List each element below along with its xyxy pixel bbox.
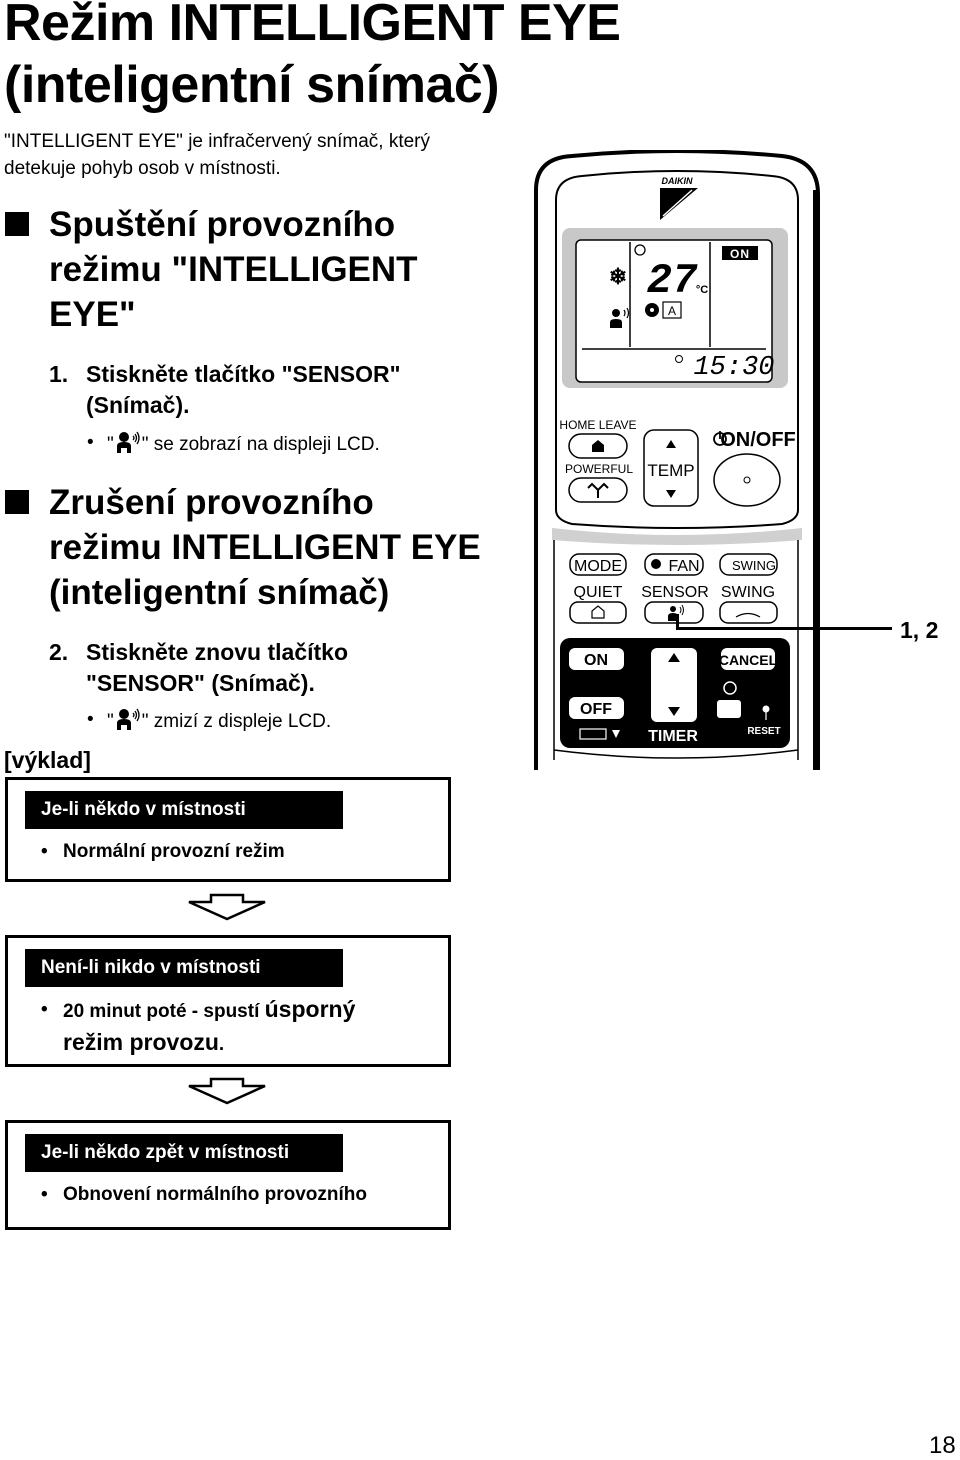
temp-label: TEMP (647, 461, 694, 480)
page-title-line1: Režim INTELLIGENT EYE (4, 0, 621, 52)
section-heading-cancel: Zrušení provozního režimu INTELLIGENT EY… (5, 480, 481, 615)
step-line: Stiskněte znovu tlačítko (86, 639, 349, 665)
box-heading: Je-li někdo zpět v místnosti (25, 1134, 343, 1172)
remote-control-illustration: DAIKIN ❄ 27 °C A ON 15:30 HOME LEAVE POW… (534, 150, 820, 770)
square-bullet-icon (5, 490, 29, 514)
explanation-box-absent: Není-li nikdo v místnosti • 20 minut pot… (5, 935, 451, 1067)
quote-open: " (107, 711, 114, 732)
cancel-label: CANCEL (719, 652, 778, 668)
econo-indicator-icon (634, 244, 646, 256)
page-number: 18 (929, 1432, 956, 1459)
mode-label: MODE (574, 558, 622, 575)
bullet-dot: • (41, 1184, 48, 1205)
heading-line: Zrušení provozního (49, 483, 374, 522)
powerful-label: POWERFUL (565, 462, 633, 476)
on-off-label: ON/OFF (720, 429, 796, 451)
box-item: • 20 minut poté - spustí úsporný režim pr… (41, 994, 421, 1060)
timer-off-label: OFF (580, 701, 612, 718)
step-line: "SENSOR" (Snímač). (86, 670, 315, 696)
callout-step-label: 1, 2 (900, 617, 939, 643)
on-off-button[interactable] (713, 453, 781, 507)
home-leave-label: HOME LEAVE (559, 418, 636, 432)
heading-line: režimu INTELLIGENT EYE (49, 528, 481, 567)
note-text: " se zobrazí na displeji LCD. (141, 434, 380, 455)
intro-line: detekuje pohyb osob v místnosti. (4, 158, 281, 179)
box-item: • Obnovení normálního provozního (41, 1179, 421, 1210)
swing-label: SWING (721, 584, 775, 601)
heading-line: Spuštění provozního (49, 205, 396, 244)
fan-speed-auto: A (668, 304, 676, 318)
intro-line: "INTELLIGENT EYE" je infračervený snímač… (4, 131, 430, 152)
heading-line: EYE" (49, 295, 136, 334)
box-item-text: Normální provozní režim (63, 841, 285, 862)
lcd-status-text: ON (730, 247, 750, 261)
flow-down-arrow-icon (188, 1077, 266, 1105)
fan-button-icon (651, 559, 661, 569)
box-heading: Je-li někdo v místnosti (25, 791, 343, 829)
swing-button[interactable] (719, 601, 778, 624)
lcd-temp-unit: °C (696, 284, 708, 296)
callout-leader-line (676, 627, 892, 630)
sensor-label: SENSOR (641, 584, 709, 601)
note-text: " zmizí z displeje LCD. (141, 711, 332, 732)
bullet-dot: • (87, 709, 94, 730)
step-2: 2. Stiskněte znovu tlačítko "SENSOR" (Sn… (49, 637, 349, 699)
item-text-part: úsporný (264, 996, 356, 1022)
lcd-temperature: 27 (647, 257, 698, 305)
explanation-box-present: Je-li někdo v místnosti • Normální provo… (5, 777, 451, 882)
item-text-part: . (218, 1034, 225, 1055)
bullet-dot: • (87, 432, 94, 453)
step-1-note: • " " se zobrazí na displeji LCD. (87, 431, 380, 457)
step-line: Stiskněte tlačítko "SENSOR" (86, 361, 401, 387)
section-heading-start: Spuštění provozního režimu "INTELLIGENT … (5, 202, 418, 337)
bullet-dot: • (41, 841, 48, 862)
step-2-note: • " " zmizí z displeje LCD. (87, 708, 332, 734)
box-heading: Není-li nikdo v místnosti (25, 949, 343, 987)
bullet-dot: • (41, 999, 48, 1020)
square-bullet-icon (5, 212, 29, 236)
step-1: 1. Stiskněte tlačítko "SENSOR" (Snímač). (49, 359, 401, 421)
explanation-box-return: Je-li někdo zpět v místnosti • Obnovení … (5, 1120, 451, 1230)
lcd-clock: 15:30 (693, 353, 774, 383)
fan-icon (645, 303, 659, 317)
quiet-label: QUIET (574, 584, 623, 601)
step-number: 2. (49, 639, 69, 665)
snowflake-cool-icon: ❄ (609, 264, 627, 289)
clock-button[interactable] (717, 700, 741, 718)
quiet-button[interactable] (569, 601, 627, 624)
box-item-text: Obnovení normálního provozního (63, 1184, 367, 1205)
item-text-part: režim provozu (63, 1029, 219, 1055)
flow-down-arrow-icon (188, 893, 266, 921)
page-title-line2: (inteligentní snímač) (4, 56, 500, 114)
fan-label: FAN (668, 558, 699, 575)
explanation-label: [výklad] (4, 747, 91, 773)
brand-logo-text: DAIKIN (662, 176, 693, 186)
page-title: Režim INTELLIGENT EYE (inteligentní sním… (4, 0, 621, 116)
intelligent-eye-person-icon (116, 431, 140, 453)
intro-text: "INTELLIGENT EYE" je infračervený snímač… (4, 128, 430, 182)
reset-label: RESET (747, 726, 780, 737)
reset-pin-icon[interactable] (762, 705, 770, 713)
timer-label: TIMER (648, 728, 698, 745)
quote-open: " (107, 434, 114, 455)
step-line: (Snímač). (86, 392, 190, 418)
box-item-text: 20 minut poté - spustí úsporný režim prov… (41, 994, 421, 1060)
swing-top-label: SWING (732, 558, 776, 573)
heading-line: (inteligentní snímač) (49, 573, 390, 612)
item-text-part: 20 minut poté - spustí (63, 1001, 265, 1022)
intelligent-eye-person-icon (116, 708, 140, 730)
timer-on-label: ON (584, 652, 608, 669)
box-item: • Normální provozní režim (41, 836, 421, 867)
heading-line: režimu "INTELLIGENT (49, 250, 418, 289)
step-number: 1. (49, 361, 69, 387)
